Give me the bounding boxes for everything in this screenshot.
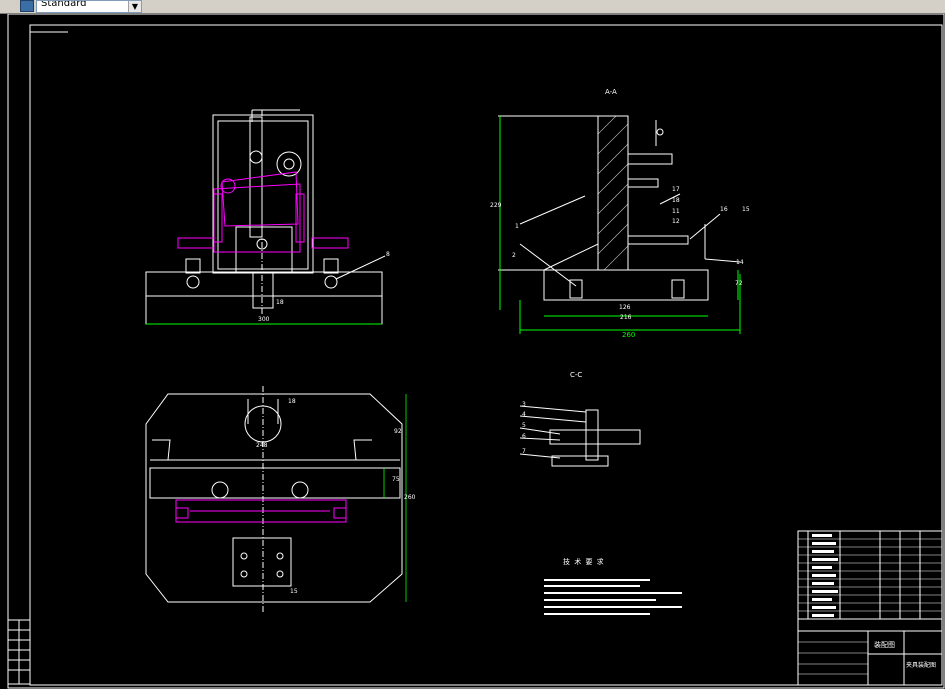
balloon-6: 6 [522,433,526,440]
plan-clamp [232,537,292,587]
note-14: 14 [736,259,744,266]
dim-overall-width: 260 [622,331,636,339]
section-cc-label: C-C [570,371,583,379]
leader-front [335,255,386,280]
text-style-dropdown[interactable]: Standard ▼ [36,0,142,13]
chevron-down-icon[interactable]: ▼ [128,1,141,12]
front-block [235,226,293,273]
plan-rail [149,467,401,499]
section-cc [519,405,641,467]
drawing-frame [29,24,943,686]
toolbar: Standard ▼ [0,0,945,14]
aa-hatch [597,115,629,271]
section-aa [498,115,741,301]
section-aa-label: A-A [605,88,617,96]
aa-base [543,269,709,301]
tech-req-lines [544,579,682,615]
dim-height-main: 229 [490,202,502,209]
balloon-7: 7 [522,448,526,455]
balloon-1: 1 [515,223,519,230]
front-center-stud [252,271,274,309]
dim-plan-side-2: 92 [394,428,402,435]
dim-base-width: 300 [258,316,270,323]
balloon-8: 8 [386,251,390,258]
dim-height-small: 72 [735,280,743,287]
plan-magenta [175,499,347,523]
title-drawing-name: 装配图 [874,641,895,649]
text-style-icon[interactable] [20,0,34,12]
aa-dims [499,116,741,334]
balloon-5: 5 [522,422,526,429]
front-view [145,109,386,325]
drawing-canvas[interactable]: A-A C-C 260 126 216 300 18 229 72 248 26… [0,14,945,689]
balloon-4: 4 [522,411,526,418]
dim-plan-side-1: 75 [392,476,400,483]
dim-plan-width: 248 [256,442,268,449]
balloon-18: 18 [672,197,680,204]
cad-drawing [7,14,945,689]
title-fill-marks [812,534,838,617]
balloon-11: 11 [672,208,680,215]
dim-inner-width: 126 [619,304,631,311]
note-16: 16 [720,206,728,213]
balloon-12: 12 [672,218,680,225]
note-15: 15 [742,206,750,213]
title-part-name: 夹具装配图 [906,662,937,669]
balloon-3: 3 [522,401,526,408]
balloon-17: 17 [672,186,680,193]
tech-req-title: 技 术 要 求 [563,558,605,566]
left-revision-block [7,619,31,685]
dim-center-hole: 18 [288,398,296,405]
dim-plan-small: 15 [290,588,298,595]
balloon-2: 2 [512,252,516,259]
dim-top-gap: 18 [276,299,284,306]
front-magenta [177,171,349,253]
text-style-value: Standard [41,0,87,9]
dim-plan-height: 260 [404,494,416,501]
dim-base-inner: 216 [620,314,632,321]
